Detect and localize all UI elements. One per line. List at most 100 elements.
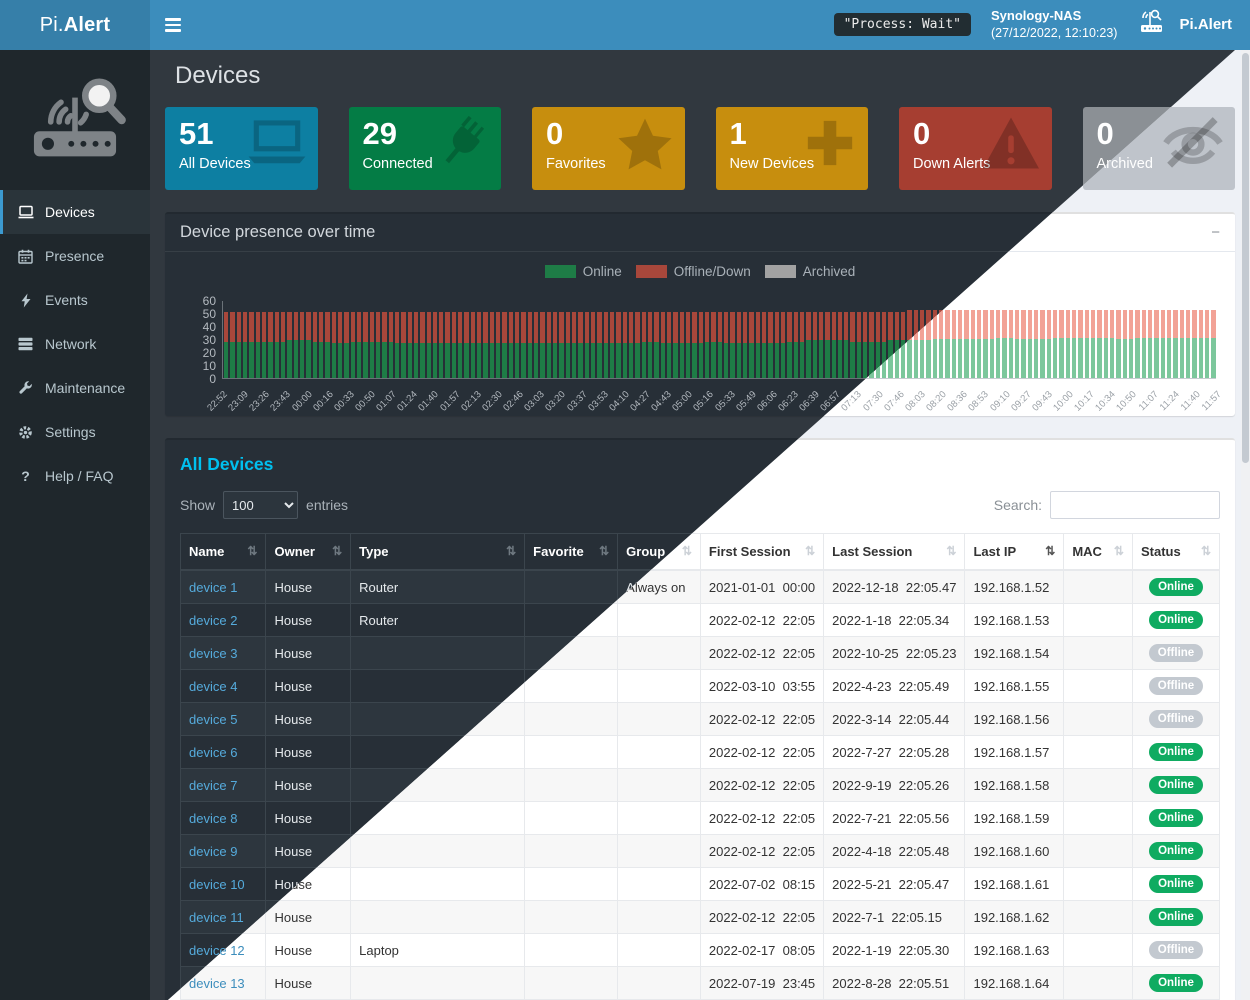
sidebar-menu: Devices PresenceEventsNetworkMaintenanceS… [0, 190, 150, 498]
card-connected[interactable]: 29Connected [349, 107, 502, 190]
account-menu[interactable]: Pi.Alert [1137, 9, 1238, 40]
device-link[interactable]: device 1 [189, 580, 237, 595]
x-tick-label: 10:34 [1093, 389, 1118, 414]
chart-bar [483, 312, 487, 378]
chart-bar [249, 312, 253, 378]
device-link[interactable]: device 5 [189, 712, 237, 727]
column-header-mac[interactable]: MAC⇅ [1064, 534, 1133, 571]
nas-name: Synology-NAS [991, 8, 1118, 25]
x-tick-label: 01:24 [396, 389, 421, 414]
sidebar-item-devices[interactable]: Devices [0, 190, 150, 234]
chart-bar [1173, 310, 1177, 378]
column-header-owner[interactable]: Owner⇅ [266, 534, 351, 571]
main-header: Pi.Alert "Process: Wait" Synology-NAS (2… [0, 0, 1250, 50]
chart-bar [604, 312, 608, 378]
sidebar: Devices PresenceEventsNetworkMaintenanceS… [0, 50, 150, 1000]
hamburger-menu-icon[interactable] [150, 0, 195, 50]
cell-favorite [525, 570, 618, 604]
status-badge: Online [1149, 809, 1203, 827]
column-header-type[interactable]: Type⇅ [351, 534, 525, 571]
chart-bar [490, 312, 494, 378]
cell-type [351, 967, 525, 1000]
chart-bar [730, 312, 734, 378]
column-header-last-session[interactable]: Last Session⇅ [824, 534, 965, 571]
chart-bar [338, 312, 342, 378]
sidebar-item-settings[interactable]: Settings [0, 410, 150, 454]
column-header-last-ip[interactable]: Last IP⇅ [965, 534, 1064, 571]
chart-bar [661, 312, 665, 378]
cell-favorite [525, 835, 618, 868]
card-favorites[interactable]: 0Favorites [532, 107, 685, 190]
cell-group [618, 967, 701, 1000]
card-down-alerts[interactable]: 0Down Alerts [899, 107, 1052, 190]
chart-bar [743, 312, 747, 378]
table-row: device 13House2022-07-19 23:452022-8-28 … [181, 967, 1220, 1000]
chart-bar [1205, 310, 1209, 378]
device-link[interactable]: device 2 [189, 613, 237, 628]
chart-bar [952, 310, 956, 378]
cell-last-session: 2022-3-14 22:05.44 [824, 703, 965, 736]
cell-mac [1064, 570, 1133, 604]
device-link[interactable]: device 9 [189, 844, 237, 859]
device-link[interactable]: device 3 [189, 646, 237, 661]
chart-bar [724, 312, 728, 378]
cell-last-ip: 192.168.1.63 [965, 934, 1064, 967]
device-link[interactable]: device 11 [189, 910, 244, 925]
chart-bar [1104, 310, 1108, 378]
cell-mac [1064, 802, 1133, 835]
chart-bar [332, 312, 336, 378]
page-length-select[interactable]: 100 [223, 491, 298, 519]
x-tick-label: 23:26 [247, 389, 272, 414]
status-badge: Online [1149, 842, 1203, 860]
cell-favorite [525, 934, 618, 967]
sidebar-item-label: Devices [45, 204, 95, 220]
cell-owner: House [266, 703, 351, 736]
sort-icon: ⇅ [332, 544, 342, 558]
card-new-devices[interactable]: 1New Devices [716, 107, 869, 190]
collapse-icon[interactable]: − [1211, 224, 1220, 241]
chart-bar [439, 312, 443, 378]
status-badge: Offline [1149, 644, 1203, 662]
sidebar-item-network[interactable]: Network [0, 322, 150, 366]
chart-bar [1161, 310, 1165, 378]
device-link[interactable]: device 7 [189, 778, 237, 793]
search-input[interactable] [1050, 491, 1220, 519]
cell-mac [1064, 934, 1133, 967]
process-status-badge: "Process: Wait" [834, 13, 971, 36]
scrollbar-thumb[interactable] [1242, 53, 1249, 463]
brand-logo[interactable]: Pi.Alert [0, 0, 150, 50]
column-header-name[interactable]: Name⇅ [181, 534, 266, 571]
chart-bar [389, 312, 393, 378]
chart-bar [224, 312, 228, 378]
sidebar-item-maintenance[interactable]: Maintenance [0, 366, 150, 410]
cell-group [618, 835, 701, 868]
scrollbar[interactable] [1241, 50, 1250, 1000]
device-link[interactable]: device 6 [189, 745, 237, 760]
chart-bar [1021, 310, 1025, 378]
sort-icon: ⇅ [946, 544, 956, 558]
device-link[interactable]: device 10 [189, 877, 245, 892]
router-icon [1137, 9, 1170, 40]
device-link[interactable]: device 4 [189, 679, 237, 694]
top-navbar: "Process: Wait" Synology-NAS (27/12/2022… [150, 0, 1250, 50]
chart-bar [1129, 310, 1133, 378]
device-link[interactable]: device 8 [189, 811, 237, 826]
chart-bar [857, 312, 861, 378]
status-badge: Online [1149, 908, 1203, 926]
column-header-status[interactable]: Status⇅ [1132, 534, 1219, 571]
column-header-first-session[interactable]: First Session⇅ [700, 534, 823, 571]
chart-bar [648, 312, 652, 378]
column-header-favorite[interactable]: Favorite⇅ [525, 534, 618, 571]
cell-mac [1064, 868, 1133, 901]
search-control: Search: [994, 491, 1220, 519]
cell-owner: House [266, 670, 351, 703]
sidebar-item-presence[interactable]: Presence [0, 234, 150, 278]
sidebar-item-help-faq[interactable]: ?Help / FAQ [0, 454, 150, 498]
sidebar-item-events[interactable]: Events [0, 278, 150, 322]
chart-bar [756, 312, 760, 378]
card-all-devices[interactable]: 51All Devices [165, 107, 318, 190]
chart-bar [528, 312, 532, 378]
device-link[interactable]: device 13 [189, 976, 245, 991]
chart-bar [819, 312, 823, 378]
cell-last-ip: 192.168.1.54 [965, 637, 1064, 670]
